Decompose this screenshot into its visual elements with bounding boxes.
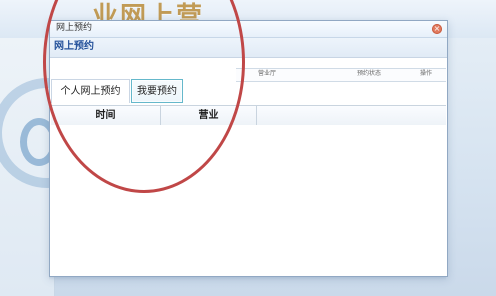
modal-titlebar: 网上预约 × xyxy=(50,21,447,38)
right-header-action: 操作 xyxy=(420,70,433,77)
appointment-table-body xyxy=(51,125,446,275)
modal-title: 网上预约 xyxy=(56,23,93,33)
close-icon[interactable]: × xyxy=(432,24,442,34)
tab-strip: 个人网上预约 我要预约 xyxy=(51,58,239,106)
modal-bottom-shadow xyxy=(49,276,446,280)
table-header-time: 时间 xyxy=(51,106,161,125)
tab-personal-appointment[interactable]: 个人网上预约 xyxy=(51,79,130,103)
appointment-modal: 网上预约 × 网上预约 营业厅 预约状态 操作 个人网上预约 我要预约 时间 营… xyxy=(49,20,448,277)
tab-book-appointment[interactable]: 我要预约 xyxy=(131,79,183,103)
table-header-business: 营业 xyxy=(161,106,257,125)
appointment-table-header: 时间 营业 xyxy=(51,105,446,126)
right-header-branch: 营业厅 xyxy=(258,70,277,77)
section-title: 网上预约 xyxy=(54,41,94,52)
right-header-status: 预约状态 xyxy=(357,70,382,77)
section-header: 网上预约 xyxy=(50,38,447,58)
right-table-header: 营业厅 预约状态 操作 xyxy=(236,68,446,82)
